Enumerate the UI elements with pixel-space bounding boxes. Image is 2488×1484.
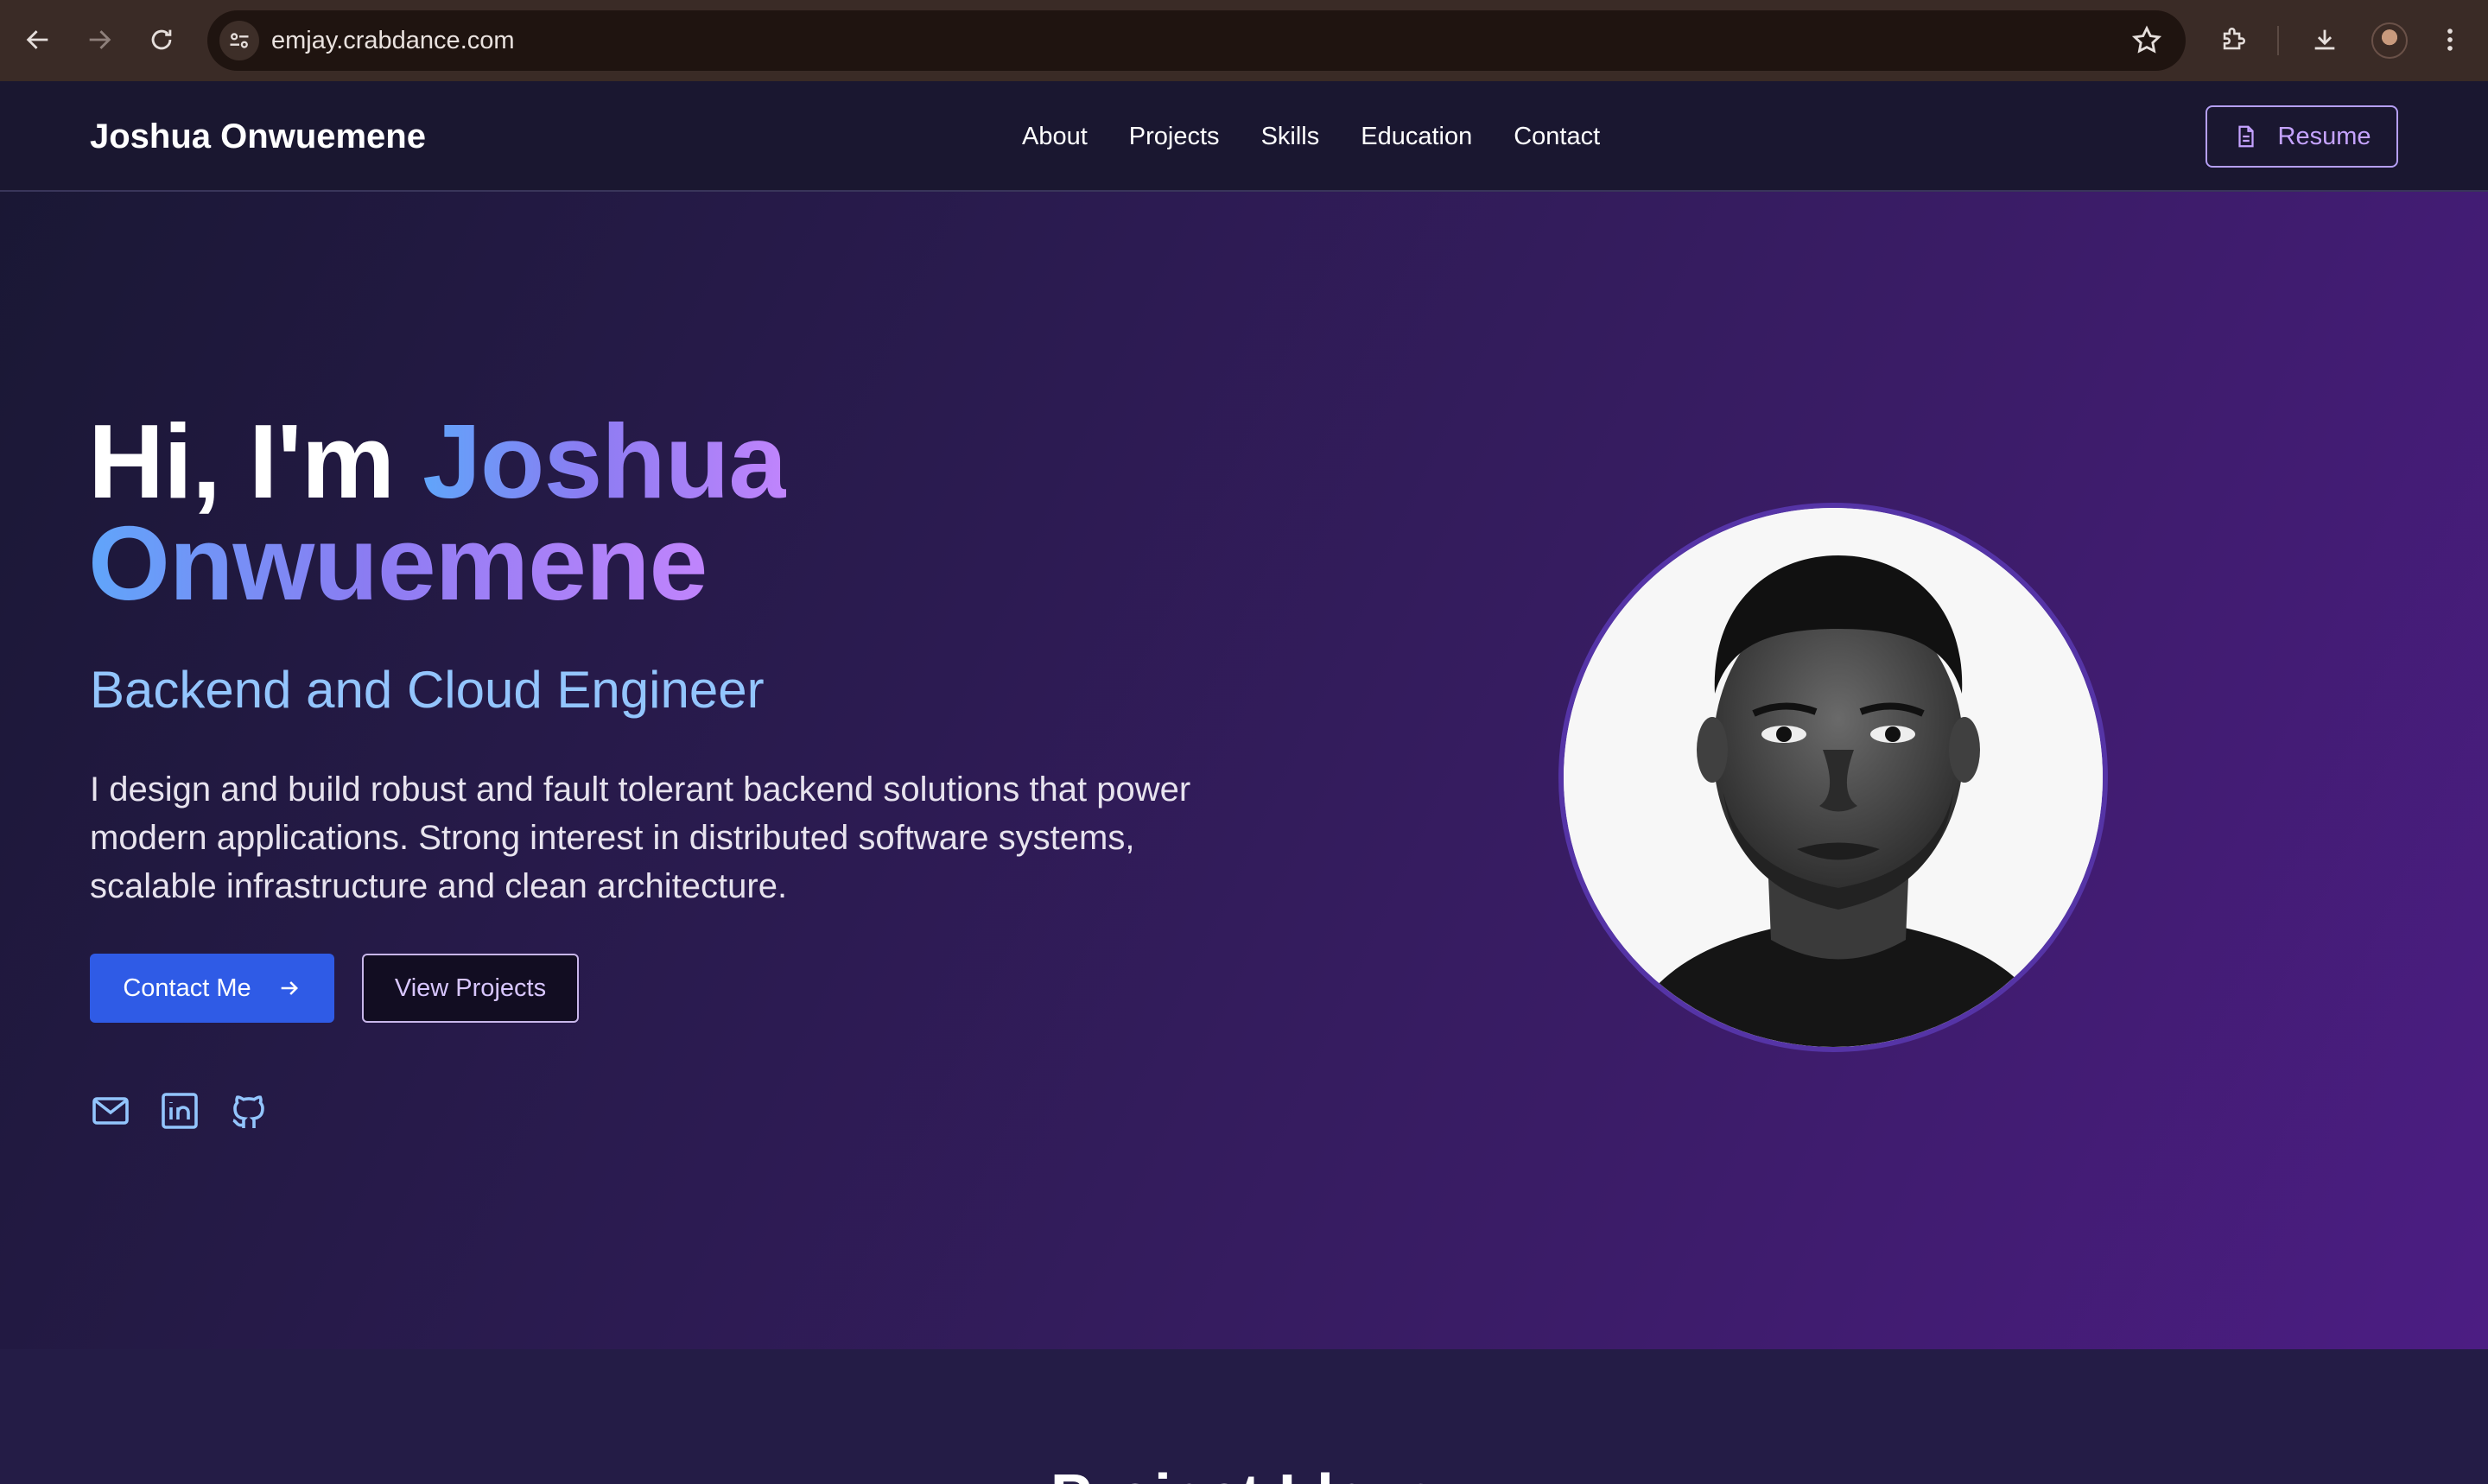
site-navbar: Joshua Onwuemene About Projects Skills E…	[0, 81, 2488, 192]
headline-first-name: Joshua	[422, 403, 787, 520]
profile-avatar[interactable]	[2371, 22, 2408, 59]
document-icon	[2237, 125, 2254, 148]
hero-headline: Hi, I'm Joshua Onwuemene	[88, 409, 787, 616]
social-links	[90, 1090, 270, 1132]
mail-icon[interactable]	[90, 1090, 131, 1132]
hero-bio: I design and build robust and fault tole…	[90, 771, 1191, 905]
nav-link-education[interactable]: Education	[1361, 123, 1472, 151]
reload-icon[interactable]	[141, 19, 182, 60]
site-info-icon[interactable]	[219, 21, 259, 60]
project-ideas-section: Project Ideas	[0, 1349, 2488, 1484]
page: Joshua Onwuemene About Projects Skills E…	[0, 81, 2488, 1484]
headline-last-name: Onwuemene	[88, 504, 708, 622]
contact-me-button[interactable]: Contact Me	[90, 954, 334, 1023]
hero-role: Backend and Cloud Engineer	[90, 661, 765, 719]
section-title: Project Ideas	[0, 1462, 2488, 1484]
nav-links: About Projects Skills Education Contact	[1022, 81, 1600, 192]
nav-link-about[interactable]: About	[1022, 123, 1088, 151]
browser-toolbar: emjay.crabdance.com	[0, 0, 2488, 81]
nav-link-skills[interactable]: Skills	[1261, 123, 1320, 151]
toolbar-divider	[2277, 26, 2279, 55]
hero-section: Hi, I'm Joshua Onwuemene Backend and Clo…	[0, 192, 2488, 1349]
address-bar[interactable]: emjay.crabdance.com	[207, 10, 2186, 71]
download-icon[interactable]	[2304, 19, 2345, 60]
resume-label: Resume	[2277, 122, 2371, 150]
arrow-right-icon	[281, 981, 298, 995]
linkedin-icon[interactable]	[159, 1090, 200, 1132]
nav-link-contact[interactable]: Contact	[1514, 123, 1600, 151]
github-icon[interactable]	[228, 1090, 270, 1132]
contact-me-label: Contact Me	[123, 973, 251, 1002]
nav-link-projects[interactable]: Projects	[1129, 123, 1220, 151]
url-text[interactable]: emjay.crabdance.com	[271, 10, 515, 71]
bookmark-star-icon[interactable]	[2130, 24, 2163, 57]
resume-button[interactable]: Resume	[2206, 105, 2398, 168]
extensions-icon[interactable]	[2212, 19, 2254, 60]
forward-icon[interactable]	[79, 19, 120, 60]
view-projects-label: View Projects	[394, 973, 547, 1002]
brand-name[interactable]: Joshua Onwuemene	[90, 81, 426, 192]
view-projects-button[interactable]: View Projects	[362, 954, 579, 1023]
back-icon[interactable]	[17, 19, 59, 60]
menu-icon[interactable]	[2429, 19, 2471, 60]
headline-greeting: Hi, I'm	[88, 403, 423, 520]
profile-photo	[1558, 503, 2108, 1052]
portrait-illustration	[1564, 508, 2103, 1047]
